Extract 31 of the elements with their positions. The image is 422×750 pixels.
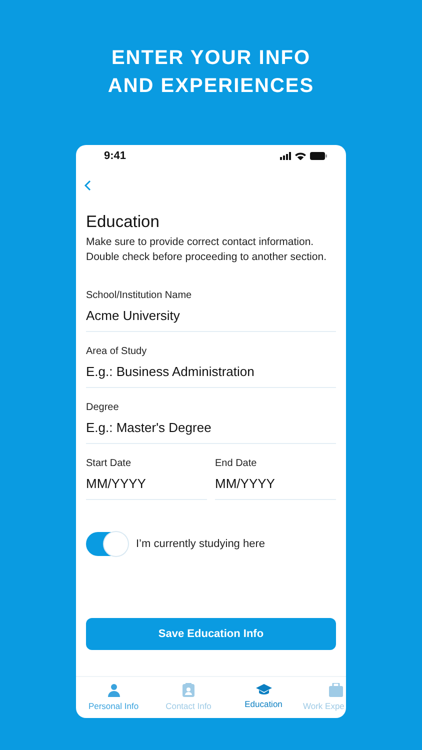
- field-label: Area of Study: [86, 345, 147, 359]
- input-field[interactable]: MM/YYYY: [86, 471, 207, 500]
- toggle-label: I’m currently studying here: [136, 538, 265, 550]
- person-icon: [106, 683, 120, 697]
- field-label: Degree: [86, 401, 119, 415]
- field-label: Start Date: [86, 457, 132, 471]
- input-field[interactable]: E.g.: Business Administration: [86, 359, 336, 388]
- wifi-icon: [295, 152, 306, 160]
- tab[interactable]: Work Expe: [301, 677, 346, 714]
- signal-icon: [280, 152, 291, 160]
- tab[interactable]: Personal Info: [76, 677, 151, 714]
- headline: ENTER YOUR INFO: [111, 46, 311, 71]
- screen-title: Education: [86, 213, 160, 232]
- id-card-icon: [182, 683, 195, 697]
- battery-icon: [310, 152, 327, 160]
- tab[interactable]: Contact Info: [151, 677, 226, 714]
- back-icon: [84, 180, 91, 191]
- tab[interactable]: Education: [226, 677, 301, 712]
- input-field[interactable]: MM/YYYY: [215, 471, 336, 500]
- graduation-cap-icon: [256, 683, 272, 695]
- field-label: End Date: [215, 457, 257, 471]
- input-field[interactable]: E.g.: Master's Degree: [86, 415, 336, 444]
- field-label: School/Institution Name: [86, 289, 192, 303]
- input-field[interactable]: Acme University: [86, 303, 336, 332]
- toggle-switch[interactable]: [86, 532, 128, 556]
- briefcase-icon: [329, 683, 343, 697]
- save-button[interactable]: Save Education Info: [86, 618, 336, 650]
- back-button[interactable]: [84, 180, 91, 191]
- description: Make sure to provide correct contact information. Double check before proceeding to another section.: [86, 235, 328, 265]
- headline: AND EXPERIENCES: [108, 74, 314, 99]
- status-time: 9:41: [104, 150, 126, 162]
